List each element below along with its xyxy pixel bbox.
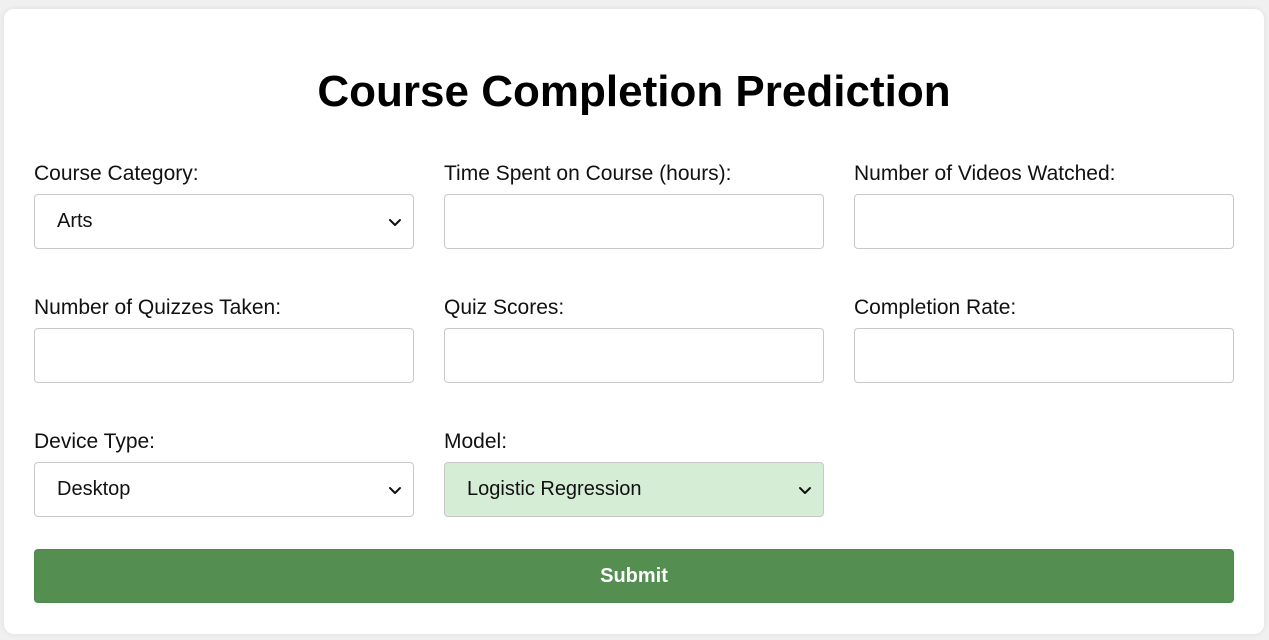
- model-value: Logistic Regression: [467, 478, 642, 500]
- chevron-down-icon: [389, 218, 401, 226]
- course-category-field: Course Category: Arts: [34, 162, 414, 249]
- time-spent-label: Time Spent on Course (hours):: [444, 162, 732, 185]
- submit-button[interactable]: Submit: [34, 549, 1234, 603]
- videos-watched-input[interactable]: [854, 194, 1234, 249]
- time-spent-field: Time Spent on Course (hours):: [444, 162, 824, 249]
- quizzes-taken-input[interactable]: [34, 328, 414, 383]
- model-field: Model: Logistic Regression: [444, 430, 824, 517]
- chevron-down-icon: [799, 486, 811, 494]
- chevron-down-icon: [389, 486, 401, 494]
- course-category-select[interactable]: Arts: [34, 194, 414, 249]
- page-title: Course Completion Prediction: [317, 67, 951, 116]
- videos-watched-field: Number of Videos Watched:: [854, 162, 1234, 249]
- device-type-value: Desktop: [57, 478, 131, 500]
- videos-watched-label: Number of Videos Watched:: [854, 162, 1116, 185]
- completion-rate-input[interactable]: [854, 328, 1234, 383]
- model-label: Model:: [444, 430, 508, 453]
- course-category-label: Course Category:: [34, 162, 199, 185]
- quiz-scores-input[interactable]: [444, 328, 824, 383]
- time-spent-input[interactable]: [444, 194, 824, 249]
- device-type-field: Device Type: Desktop: [34, 430, 414, 517]
- quiz-scores-field: Quiz Scores:: [444, 296, 824, 383]
- quiz-scores-label: Quiz Scores:: [444, 296, 565, 319]
- course-category-value: Arts: [57, 210, 93, 232]
- completion-rate-field: Completion Rate:: [854, 296, 1234, 383]
- device-type-label: Device Type:: [34, 430, 156, 453]
- quizzes-taken-field: Number of Quizzes Taken:: [34, 296, 414, 383]
- model-select[interactable]: Logistic Regression: [444, 462, 824, 517]
- quizzes-taken-label: Number of Quizzes Taken:: [34, 296, 282, 319]
- completion-rate-label: Completion Rate:: [854, 296, 1017, 319]
- device-type-select[interactable]: Desktop: [34, 462, 414, 517]
- form-card: Course Completion Prediction Course Cate…: [4, 9, 1264, 634]
